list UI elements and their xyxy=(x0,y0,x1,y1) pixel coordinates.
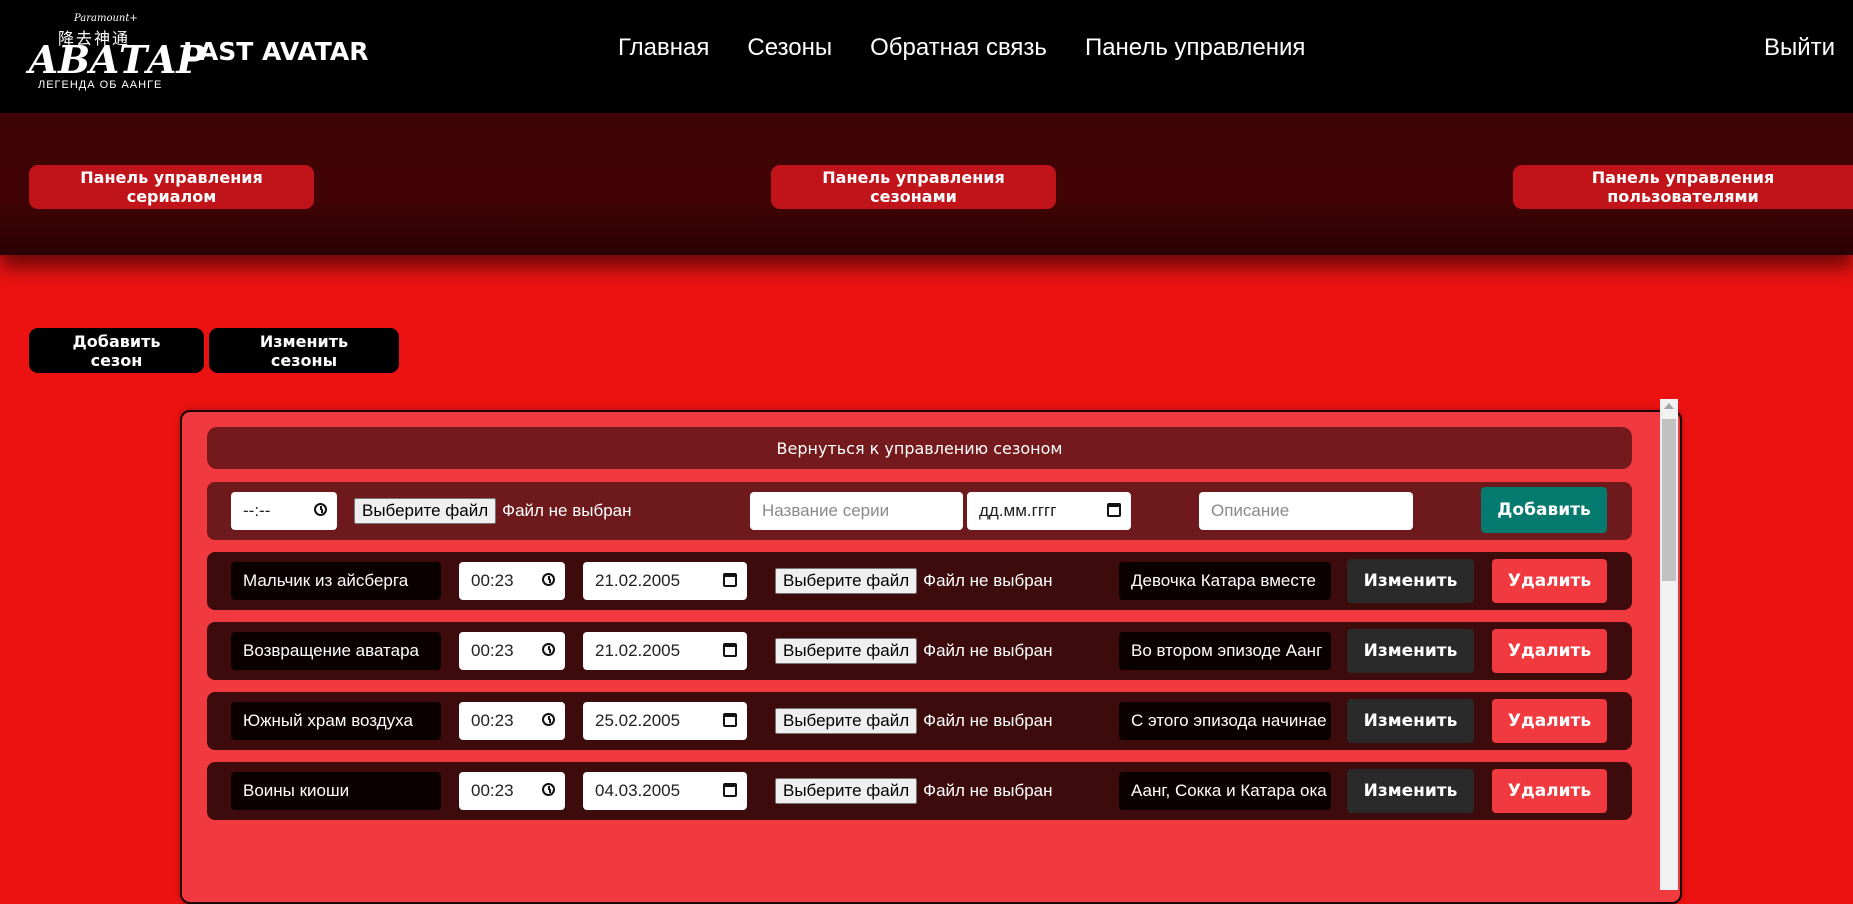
file-status: Файл не выбран xyxy=(923,571,1053,590)
date-value: 04.03.2005 xyxy=(595,781,681,800)
clock-icon xyxy=(314,503,327,516)
date-value: 21.02.2005 xyxy=(595,641,681,660)
scroll-up-icon[interactable] xyxy=(1664,403,1674,409)
logo-word: АВАТАР xyxy=(28,37,205,82)
seasons-panel-button[interactable]: Панель управления сезонами xyxy=(771,165,1056,209)
choose-file-button[interactable]: Выберите файл xyxy=(775,778,918,804)
nav-control-panel[interactable]: Панель управления xyxy=(1085,34,1305,62)
edit-episode-button[interactable]: Изменить xyxy=(1347,699,1474,743)
add-season-button[interactable]: Добавить сезон xyxy=(29,328,204,373)
delete-episode-button[interactable]: Удалить xyxy=(1492,559,1607,603)
edit-episode-button[interactable]: Изменить xyxy=(1347,769,1474,813)
file-input: Выберите файл Файл не выбран xyxy=(354,498,632,524)
episode-duration-field[interactable]: 00:23 xyxy=(459,562,565,600)
calendar-icon xyxy=(1107,503,1121,517)
choose-file-button[interactable]: Выберите файл xyxy=(775,568,918,594)
edit-episode-button[interactable]: Изменить xyxy=(1347,629,1474,673)
episode-description-field[interactable]: Во втором эпизоде Аанг xyxy=(1119,632,1331,670)
nav-seasons[interactable]: Сезоны xyxy=(747,34,832,62)
duration-value: 00:23 xyxy=(471,781,514,800)
episode-date-field[interactable]: 25.02.2005 xyxy=(583,702,747,740)
duration-value: 00:23 xyxy=(471,571,514,590)
site-title: LAST AVATAR xyxy=(183,37,369,66)
episode-row: Воины киоши 00:23 04.03.2005 Выберите фа… xyxy=(207,762,1632,820)
back-to-season-button[interactable]: Вернуться к управлению сезоном xyxy=(207,427,1632,469)
episode-description-field[interactable]: С этого эпизода начинае xyxy=(1119,702,1331,740)
duration-value: 00:23 xyxy=(471,711,514,730)
episode-title-input[interactable]: Название серии xyxy=(750,492,963,530)
description-input[interactable]: Описание xyxy=(1199,492,1413,530)
clock-icon xyxy=(542,643,555,656)
episode-date-field[interactable]: 04.03.2005 xyxy=(583,772,747,810)
episode-title-field[interactable]: Воины киоши xyxy=(231,772,441,810)
date-placeholder: дд.мм.гггг xyxy=(979,501,1057,520)
edit-episode-button[interactable]: Изменить xyxy=(1347,559,1474,603)
clock-icon xyxy=(542,783,555,796)
episode-title-field[interactable]: Возвращение аватара xyxy=(231,632,441,670)
duration-value: --:-- xyxy=(243,501,271,520)
add-episode-form: --:-- Выберите файл Файл не выбран Назва… xyxy=(207,482,1632,540)
episode-row: Мальчик из айсберга 00:23 21.02.2005 Выб… xyxy=(207,552,1632,610)
calendar-icon xyxy=(723,783,737,797)
users-panel-button[interactable]: Панель управления пользователями xyxy=(1513,165,1853,209)
episode-duration-field[interactable]: 00:23 xyxy=(459,772,565,810)
logo-subtitle: ЛЕГЕНДА ОБ ААНГЕ xyxy=(38,79,163,91)
episode-title-field[interactable]: Мальчик из айсберга xyxy=(231,562,441,600)
episode-duration-field[interactable]: 00:23 xyxy=(459,702,565,740)
file-input: Выберите файл Файл не выбран xyxy=(775,778,1053,804)
episode-date-field[interactable]: 21.02.2005 xyxy=(583,562,747,600)
logo-studio-text: Paramount+ xyxy=(74,13,138,24)
calendar-icon xyxy=(723,713,737,727)
nav-home[interactable]: Главная xyxy=(618,34,709,62)
file-input: Выберите файл Файл не выбран xyxy=(775,708,1053,734)
episode-description-field[interactable]: Аанг, Сокка и Катара ока xyxy=(1119,772,1331,810)
date-value: 21.02.2005 xyxy=(595,571,681,590)
date-input[interactable]: дд.мм.гггг xyxy=(967,492,1131,530)
clock-icon xyxy=(542,573,555,586)
file-status: Файл не выбран xyxy=(502,501,632,520)
duration-value: 00:23 xyxy=(471,641,514,660)
choose-file-button[interactable]: Выберите файл xyxy=(775,638,918,664)
edit-seasons-button[interactable]: Изменить сезоны xyxy=(209,328,399,373)
avatar-logo[interactable]: Paramount+ 降去神通 АВАТАР ЛЕГЕНДА ОБ ААНГЕ xyxy=(28,13,205,93)
file-input: Выберите файл Файл не выбран xyxy=(775,638,1053,664)
duration-input[interactable]: --:-- xyxy=(231,492,337,530)
nav-feedback[interactable]: Обратная связь xyxy=(870,34,1047,62)
episode-duration-field[interactable]: 00:23 xyxy=(459,632,565,670)
file-input: Выберите файл Файл не выбран xyxy=(775,568,1053,594)
episode-row: Южный храм воздуха 00:23 25.02.2005 Выбе… xyxy=(207,692,1632,750)
episode-date-field[interactable]: 21.02.2005 xyxy=(583,632,747,670)
delete-episode-button[interactable]: Удалить xyxy=(1492,769,1607,813)
delete-episode-button[interactable]: Удалить xyxy=(1492,629,1607,673)
admin-panel-bar: Панель управления сериалом Панель управл… xyxy=(0,113,1853,255)
file-status: Файл не выбран xyxy=(923,711,1053,730)
calendar-icon xyxy=(723,643,737,657)
date-value: 25.02.2005 xyxy=(595,711,681,730)
delete-episode-button[interactable]: Удалить xyxy=(1492,699,1607,743)
choose-file-button[interactable]: Выберите файл xyxy=(354,498,497,524)
file-status: Файл не выбран xyxy=(923,641,1053,660)
logout-link[interactable]: Выйти xyxy=(1764,34,1835,62)
calendar-icon xyxy=(723,573,737,587)
clock-icon xyxy=(542,713,555,726)
add-episode-button[interactable]: Добавить xyxy=(1481,487,1607,533)
episode-description-field[interactable]: Девочка Катара вместе xyxy=(1119,562,1331,600)
series-panel-button[interactable]: Панель управления сериалом xyxy=(29,165,314,209)
episodes-scrollbar[interactable] xyxy=(1660,399,1678,890)
scrollbar-thumb[interactable] xyxy=(1662,419,1676,581)
choose-file-button[interactable]: Выберите файл xyxy=(775,708,918,734)
episode-row: Возвращение аватара 00:23 21.02.2005 Выб… xyxy=(207,622,1632,680)
site-header: Paramount+ 降去神通 АВАТАР ЛЕГЕНДА ОБ ААНГЕ … xyxy=(0,0,1853,113)
main-nav: Главная Сезоны Обратная связь Панель упр… xyxy=(618,34,1305,62)
file-status: Файл не выбран xyxy=(923,781,1053,800)
episode-title-field[interactable]: Южный храм воздуха xyxy=(231,702,441,740)
